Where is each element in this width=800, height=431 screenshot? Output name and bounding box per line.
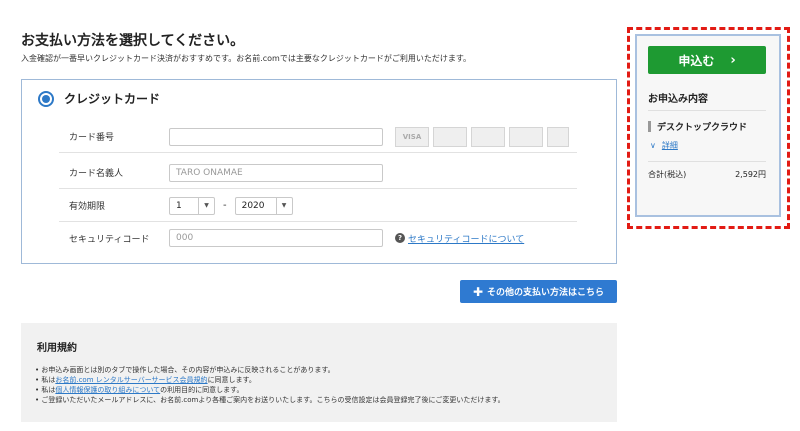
credit-card-option[interactable]: クレジットカード — [38, 90, 160, 107]
other-payment-button[interactable]: ✚ その他の支払い方法はこちら — [460, 280, 617, 303]
amex-logo-icon — [547, 126, 569, 147]
terms-item: 私は個人情報保護の取り組みについての利用目的に同意します。 — [35, 385, 505, 395]
membership-terms-link[interactable]: お名前.com レンタルサーバーサービス会員規約 — [55, 376, 207, 384]
plus-icon: ✚ — [472, 284, 484, 299]
order-summary-panel: 申込む › お申込み内容 デスクトップクラウド ∨ 詳細 合計(税込) 2,59… — [635, 34, 781, 217]
privacy-policy-link[interactable]: 個人情報保護の取り組みについて — [55, 386, 160, 394]
card-number-label: カード番号 — [69, 133, 115, 143]
details-toggle[interactable]: ∨ 詳細 — [650, 140, 678, 151]
question-icon: ? — [395, 233, 405, 243]
cardholder-label: カード名義人 — [69, 169, 124, 179]
card-brand-logos: VISA — [395, 126, 569, 147]
security-code-help[interactable]: ? セキュリティコードについて — [395, 232, 524, 245]
terms-list: お申込み画面とは別のタブで操作した場合、その内容が申込みに反映されることがありま… — [35, 365, 505, 405]
summary-product: デスクトップクラウド — [648, 120, 747, 133]
chevron-down-icon: ▼ — [275, 197, 292, 214]
expiry-year-select[interactable]: 2020 ▼ — [234, 196, 293, 215]
security-code-row: セキュリティコード 000 ? セキュリティコードについて — [59, 222, 577, 254]
summary-heading: お申込み内容 — [648, 94, 708, 105]
other-payment-label: その他の支払い方法はこちら — [487, 288, 605, 298]
total-label: 合計(税込) — [648, 170, 687, 179]
jcb-logo-icon — [471, 126, 505, 147]
security-code-label: セキュリティコード — [69, 234, 150, 245]
cardholder-input[interactable]: TARO ONAMAE — [169, 163, 383, 182]
details-link[interactable]: 詳細 — [662, 140, 678, 151]
expiry-month-value: 1 — [176, 200, 182, 211]
divider — [648, 161, 766, 162]
diners-logo-icon — [509, 126, 543, 147]
terms-item: ご登録いただいたメールアドレスに、お名前.comより各種ご案内をお送りいたします… — [35, 395, 504, 405]
expiry-separator: - — [223, 200, 227, 211]
expiry-row: 有効期限 1 ▼ - 2020 ▼ — [59, 190, 577, 222]
apply-button-label: 申込む — [678, 53, 715, 68]
mastercard-logo-icon — [433, 126, 467, 147]
expiry-year-value: 2020 — [241, 200, 265, 211]
divider — [648, 110, 766, 111]
terms-section: 利用規約 お申込み画面とは別のタブで操作した場合、その内容が申込みに反映されるこ… — [21, 323, 617, 422]
chevron-down-icon: ▼ — [198, 197, 214, 214]
page-title: お支払い方法を選択してください。 — [21, 33, 245, 49]
chevron-down-icon: ∨ — [650, 141, 656, 150]
security-code-help-link[interactable]: セキュリティコードについて — [408, 232, 524, 245]
credit-card-panel: クレジットカード カード番号 VISA カード名義人 TARO ONAMAE 有… — [21, 79, 617, 264]
visa-logo-icon: VISA — [395, 126, 429, 147]
cardholder-row: カード名義人 TARO ONAMAE — [59, 157, 577, 189]
security-code-input[interactable]: 000 — [169, 229, 383, 247]
expiry-label: 有効期限 — [69, 202, 106, 212]
chevron-right-icon: › — [730, 52, 736, 68]
page-subtitle: 入金確認が一番早いクレジットカード決済がおすすめです。お名前.comでは主要なク… — [21, 54, 472, 63]
product-marker — [648, 121, 651, 132]
terms-item: 私はお名前.com レンタルサーバーサービス会員規約に同意します。 — [35, 375, 505, 385]
product-name: デスクトップクラウド — [657, 123, 748, 133]
credit-card-radio[interactable] — [38, 90, 54, 107]
terms-item: お申込み画面とは別のタブで操作した場合、その内容が申込みに反映されることがありま… — [35, 365, 505, 375]
card-number-input[interactable] — [169, 127, 383, 146]
credit-card-label: クレジットカード — [64, 92, 161, 106]
radio-selected-dot — [42, 94, 50, 103]
terms-title: 利用規約 — [37, 343, 77, 354]
card-number-row: カード番号 VISA — [59, 121, 577, 153]
expiry-month-select[interactable]: 1 ▼ — [169, 196, 215, 215]
apply-button[interactable]: 申込む › — [648, 46, 766, 74]
total-value: 2,592円 — [735, 170, 766, 179]
